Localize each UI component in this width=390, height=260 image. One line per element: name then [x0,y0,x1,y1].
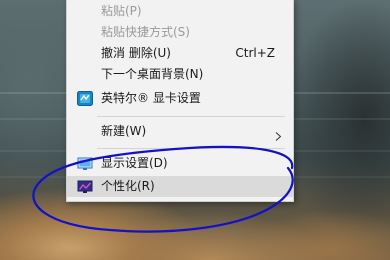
menu-separator [97,116,285,117]
menu-item-intel-graphics[interactable]: 英特尔® 显卡设置 [67,88,293,109]
intel-graphics-icon [77,91,93,106]
menu-item-undo-delete[interactable]: 撤消 删除(U) Ctrl+Z [67,43,293,64]
shortcut-text: Ctrl+Z [235,46,275,60]
display-settings-icon [77,156,93,171]
personalize-icon [77,179,93,194]
menu-item-paste-shortcut[interactable]: 粘贴快捷方式(S) [67,22,293,43]
desktop-context-menu: 粘贴(P) 粘贴快捷方式(S) 撤消 删除(U) Ctrl+Z 下一个桌面背景(… [66,0,294,202]
menu-item-display-settings[interactable]: 显示设置(D) [67,153,293,174]
menu-item-label: 下一个桌面背景(N) [101,67,204,81]
menu-item-label: 粘贴(P) [101,4,142,18]
menu-separator [97,148,285,149]
menu-item-label: 撤消 删除(U) [101,46,171,60]
menu-item-label: 粘贴快捷方式(S) [101,25,190,39]
menu-item-personalize[interactable]: 个性化(R) [67,176,293,197]
menu-item-label: 英特尔® 显卡设置 [101,91,201,105]
menu-item-next-background[interactable]: 下一个桌面背景(N) [67,64,293,85]
menu-item-label: 显示设置(D) [101,156,168,170]
chevron-right-icon [274,127,283,141]
menu-item-paste[interactable]: 粘贴(P) [67,1,293,22]
menu-item-label: 新建(W) [101,124,147,138]
menu-item-label: 个性化(R) [101,179,155,193]
menu-item-new[interactable]: 新建(W) [67,121,293,142]
